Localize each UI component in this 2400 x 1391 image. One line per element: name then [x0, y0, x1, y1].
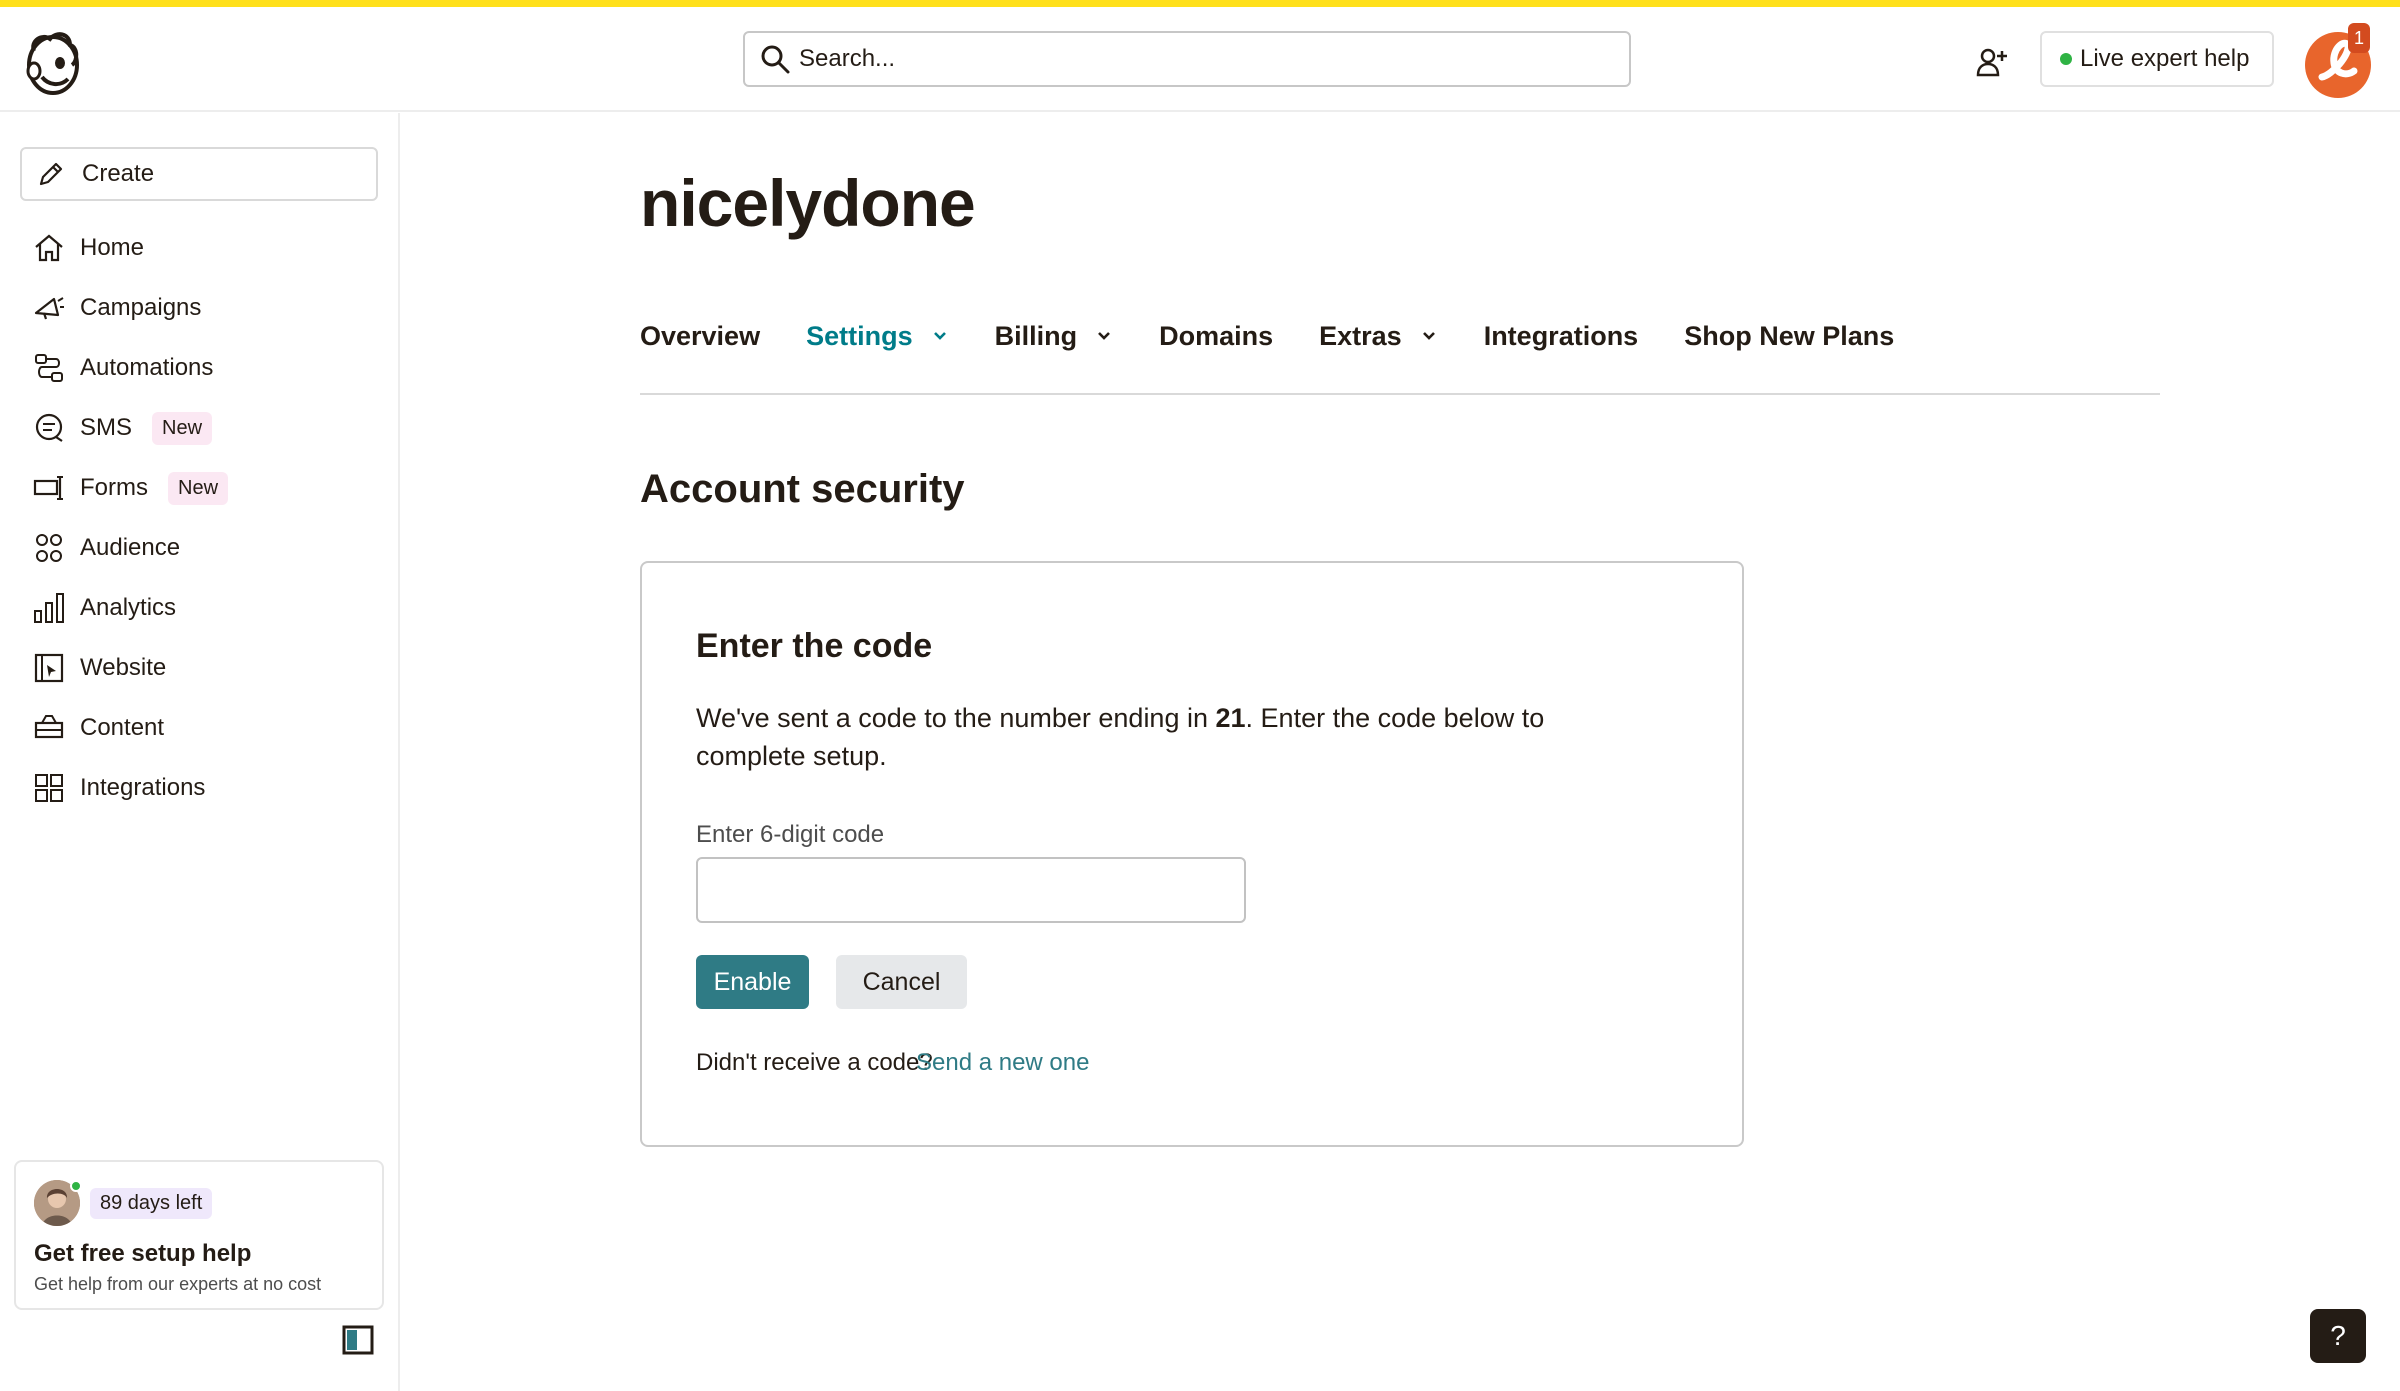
audience-icon: [36, 534, 62, 562]
home-icon: [35, 234, 63, 262]
bar-chart-icon: [34, 593, 64, 623]
send-new-code-link[interactable]: Send a new one: [916, 1049, 1089, 1077]
tab-settings[interactable]: Settings: [806, 321, 949, 352]
verification-code-card: Enter the code We've sent a code to the …: [640, 561, 1744, 1147]
notification-badge: 1: [2348, 23, 2370, 53]
sidebar: Create Home Campaigns Automations SMS Ne…: [0, 113, 400, 1391]
sidebar-item-label: Home: [80, 234, 145, 261]
online-status-dot: [2060, 53, 2072, 65]
tabs-divider: [640, 393, 2160, 395]
tab-label: Domains: [1159, 320, 1274, 351]
sidebar-item-analytics[interactable]: Analytics: [0, 578, 400, 638]
tab-label: Extras: [1319, 320, 1402, 351]
card-title: Enter the code: [696, 627, 933, 665]
chat-icon: [35, 413, 63, 442]
tab-shop-new-plans[interactable]: Shop New Plans: [1684, 321, 1894, 352]
form-icon: [33, 476, 63, 500]
tab-billing[interactable]: Billing: [995, 321, 1114, 352]
sidebar-item-campaigns[interactable]: Campaigns: [0, 278, 400, 338]
tab-label: Overview: [640, 320, 761, 351]
tab-label: Integrations: [1483, 320, 1639, 351]
sidebar-item-integrations[interactable]: Integrations: [0, 758, 400, 818]
setup-help-subtitle: Get help from our experts at no cost: [34, 1274, 322, 1294]
sidebar-item-label: Content: [80, 714, 165, 741]
tab-label: Settings: [806, 320, 913, 351]
sidebar-item-label: SMS: [80, 414, 133, 441]
resend-question: Didn't receive a code?: [696, 1049, 933, 1076]
search-icon: [761, 45, 790, 74]
megaphone-icon: [34, 297, 64, 320]
mailchimp-logo-icon[interactable]: [20, 27, 86, 99]
website-icon: [34, 653, 64, 683]
sidebar-item-content[interactable]: Content: [0, 698, 400, 758]
online-status-dot: [70, 1180, 82, 1192]
sidebar-item-sms[interactable]: SMS New: [0, 398, 400, 458]
sidebar-item-label: Forms: [80, 474, 148, 501]
phone-number-ending: 21: [1215, 703, 1246, 733]
sidebar-nav: Home Campaigns Automations SMS New Forms…: [0, 218, 400, 818]
sidebar-item-forms[interactable]: Forms New: [0, 458, 400, 518]
setup-help-title: Get free setup help: [34, 1240, 252, 1267]
sidebar-item-label: Campaigns: [80, 294, 202, 321]
collapse-sidebar-icon[interactable]: [342, 1325, 374, 1355]
tab-extras[interactable]: Extras: [1319, 321, 1438, 352]
description-text: We've sent a code to the number ending i…: [696, 703, 1216, 733]
live-expert-help-button[interactable]: Live expert help: [2040, 31, 2274, 87]
verification-code-input[interactable]: [696, 857, 1246, 923]
chevron-down-icon: [1098, 332, 1111, 340]
chevron-down-icon: [1422, 332, 1435, 340]
sidebar-item-label: Integrations: [80, 774, 206, 801]
tab-integrations[interactable]: Integrations: [1484, 321, 1639, 352]
cancel-button[interactable]: Cancel: [836, 955, 967, 1009]
page-title: nicelydone: [640, 166, 976, 240]
sidebar-item-automations[interactable]: Automations: [0, 338, 400, 398]
sidebar-item-website[interactable]: Website: [0, 638, 400, 698]
sidebar-item-label: Automations: [80, 354, 214, 381]
create-button[interactable]: Create: [20, 147, 378, 201]
new-badge: New: [168, 471, 229, 505]
automation-icon: [35, 354, 63, 382]
sidebar-item-label: Analytics: [80, 594, 177, 621]
content-icon: [34, 715, 64, 739]
main-content: nicelydone Overview Settings Billing Dom…: [400, 113, 2400, 1391]
top-bar: Live expert help 1: [0, 7, 2400, 112]
add-user-icon[interactable]: [1974, 45, 2010, 81]
card-description: We've sent a code to the number ending i…: [696, 699, 1616, 775]
sidebar-item-audience[interactable]: Audience: [0, 518, 400, 578]
tab-overview[interactable]: Overview: [640, 321, 760, 352]
enable-button[interactable]: Enable: [696, 955, 809, 1009]
chevron-down-icon: [933, 332, 946, 340]
create-label: Create: [82, 160, 155, 187]
search-input[interactable]: [799, 45, 1599, 73]
live-expert-help-label: Live expert help: [2080, 45, 2250, 72]
setup-help-card[interactable]: 89 days left Get free setup help Get hel…: [14, 1160, 384, 1310]
new-badge: New: [152, 411, 213, 445]
grid-icon: [35, 774, 63, 802]
account-tabs: Overview Settings Billing Domains Extras…: [640, 311, 1940, 361]
sidebar-item-home[interactable]: Home: [0, 218, 400, 278]
search-bar[interactable]: [743, 31, 1631, 87]
tab-domains[interactable]: Domains: [1159, 321, 1273, 352]
section-title: Account security: [640, 467, 965, 511]
trial-days-badge: 89 days left: [90, 1188, 213, 1219]
pencil-icon: [39, 162, 63, 186]
tab-label: Shop New Plans: [1684, 320, 1895, 351]
code-field-label: Enter 6-digit code: [696, 821, 885, 848]
tab-label: Billing: [994, 320, 1078, 351]
help-button[interactable]: ?: [2310, 1309, 2366, 1363]
brand-stripe: [0, 0, 2400, 7]
sidebar-item-label: Website: [80, 654, 167, 681]
sidebar-item-label: Audience: [80, 534, 181, 561]
